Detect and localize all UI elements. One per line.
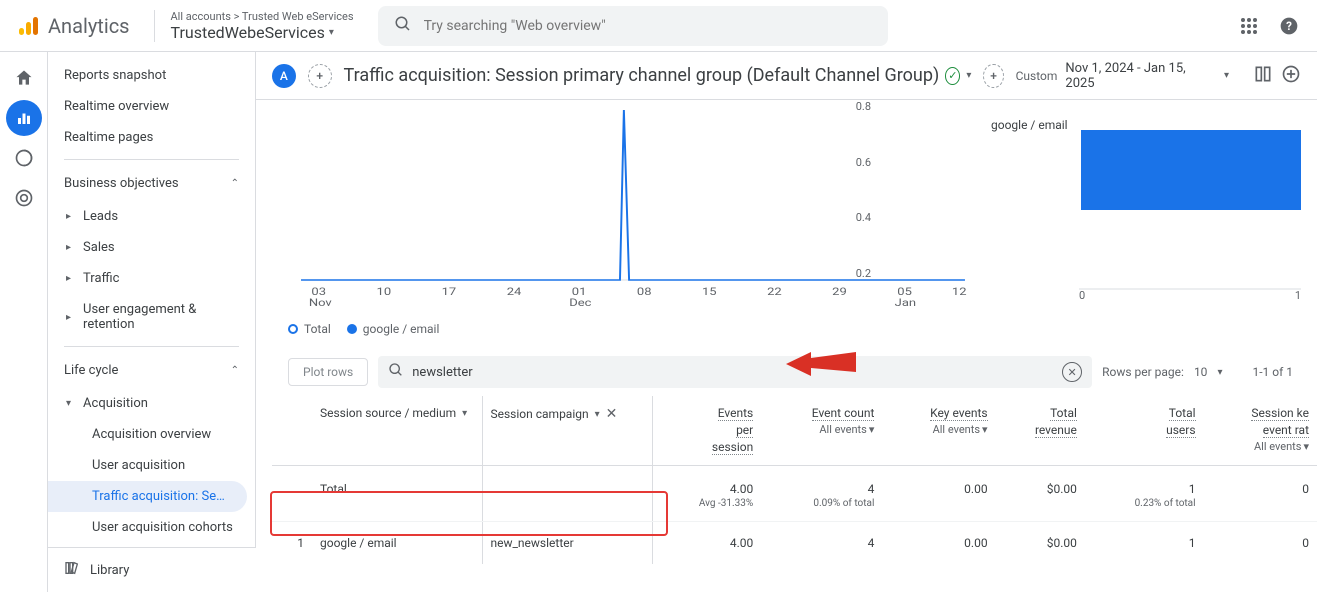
legend-google-email[interactable]: google / email [347,322,440,336]
svg-text:Jan: Jan [895,297,916,309]
reports-icon[interactable] [6,100,42,136]
col-total-users[interactable]: Totalusers [1093,406,1196,438]
sidebar-traffic-acquisition[interactable]: Traffic acquisition: Session... [48,481,247,512]
sidebar-sales[interactable]: Sales [48,232,255,263]
share-icon[interactable] [1281,64,1301,88]
rows-per-page-value[interactable]: 10 [1194,365,1208,379]
breadcrumb: All accounts > Trusted Web eServices [171,10,354,23]
help-icon[interactable]: ? [1277,14,1301,38]
chevron-down-icon: ▾ [1224,70,1229,81]
sidebar-reports-snapshot[interactable]: Reports snapshot [48,60,255,91]
ga-logo-icon [16,14,40,38]
sidebar-library[interactable]: Library [48,547,256,592]
legend-marker-icon [288,324,298,334]
main-content: A + Traffic acquisition: Session primary… [256,52,1317,592]
sidebar-leads[interactable]: Leads [48,201,255,232]
home-icon[interactable] [6,60,42,96]
dimension-2-header[interactable]: Session campaign ▾ ✕ [491,406,644,422]
svg-text:10: 10 [377,286,392,298]
svg-text:24: 24 [507,286,522,298]
verified-icon[interactable]: ✓ [945,67,960,85]
divider [64,159,239,160]
plot-rows-button[interactable]: Plot rows [288,358,368,386]
date-range-picker[interactable]: Custom Nov 1, 2024 - Jan 15, 2025 ▾ [1016,61,1229,91]
compare-icon[interactable] [1253,64,1273,88]
sidebar-traffic[interactable]: Traffic [48,263,255,294]
divider [64,346,239,347]
sidebar: Reports snapshot Realtime overview Realt… [48,52,256,592]
svg-text:12: 12 [952,286,967,298]
sidebar-business-objectives[interactable]: Business objectives ⌃ [48,166,255,201]
chevron-down-icon: ▾ [329,27,334,38]
svg-text:?: ? [1286,19,1292,33]
data-table: Session source / medium ▾ Session campai… [256,396,1317,564]
chevron-down-icon[interactable]: ▾ [1217,367,1222,378]
sidebar-user-acquisition[interactable]: User acquisition [48,450,255,481]
global-search[interactable] [378,6,888,46]
table-row[interactable]: 1 google / email new_newsletter 4.00 4 0… [272,522,1317,565]
sidebar-realtime-pages[interactable]: Realtime pages [48,122,255,153]
global-search-input[interactable] [424,18,872,34]
svg-text:17: 17 [442,286,457,298]
chevron-down-icon[interactable]: ▾ [966,70,971,81]
top-header: Analytics All accounts > Trusted Web eSe… [0,0,1317,52]
sidebar-acquisition[interactable]: Acquisition [48,388,255,419]
search-icon [388,362,404,382]
chevron-up-icon: ⌃ [231,178,239,189]
explore-icon[interactable] [6,140,42,176]
y-axis-labels: 0.8 0.6 0.4 0.2 [856,100,871,280]
page-indicator: 1-1 of 1 [1252,365,1293,379]
report-header: A + Traffic acquisition: Session primary… [256,52,1317,100]
library-icon [64,560,80,580]
left-rail [0,52,48,592]
segment-badge-a[interactable]: A [272,64,296,88]
sidebar-engagement-retention[interactable]: User engagement & retention [48,294,255,340]
report-title: Traffic acquisition: Session primary cha… [344,65,940,86]
col-event-count[interactable]: Event countAll events ▾ [769,406,874,436]
svg-text:Nov: Nov [309,297,332,309]
chart-area: 03 Nov 10 17 24 01 Dec 08 15 22 29 05 Ja… [256,100,1317,318]
bar-segment [1081,130,1301,210]
sidebar-realtime-overview[interactable]: Realtime overview [48,91,255,122]
col-key-events[interactable]: Key eventsAll events ▾ [890,406,987,436]
col-session-key-event-rate[interactable]: Session keevent ratAll events ▾ [1212,406,1309,453]
svg-text:15: 15 [702,286,717,298]
chart-legend: Total google / email [256,318,1317,348]
search-icon [394,15,412,37]
dimension-1-header[interactable]: Session source / medium ▾ [320,406,474,420]
sidebar-user-acquisition-cohorts[interactable]: User acquisition cohorts [48,512,255,543]
add-segment-button[interactable]: + [308,64,332,88]
rows-per-page-label: Rows per page: [1102,365,1184,379]
legend-marker-icon [347,324,357,334]
chevron-down-icon: ▾ [462,408,467,419]
legend-total[interactable]: Total [288,322,331,336]
bar-label: google / email [991,118,1068,132]
apps-icon[interactable] [1237,14,1261,38]
logo-section: Analytics [16,14,130,38]
remove-dimension-icon[interactable]: ✕ [606,406,618,422]
sidebar-life-cycle[interactable]: Life cycle ⌃ [48,353,255,388]
account-name: TrustedWebeServices [171,23,325,42]
sidebar-acquisition-overview[interactable]: Acquisition overview [48,419,255,450]
line-chart[interactable]: 03 Nov 10 17 24 01 Dec 08 15 22 29 05 Ja… [288,100,991,310]
svg-text:22: 22 [767,286,782,298]
logo-text: Analytics [48,14,130,38]
col-total-revenue[interactable]: Totalrevenue [1004,406,1077,438]
account-selector[interactable]: All accounts > Trusted Web eServices Tru… [154,10,354,42]
chevron-down-icon: ▾ [595,409,600,420]
bar-chart[interactable]: google / email 0 1 [991,100,1301,310]
svg-text:Dec: Dec [569,297,591,309]
svg-text:29: 29 [832,286,847,298]
svg-text:08: 08 [637,286,652,298]
table-search-input[interactable] [412,365,1054,380]
col-events-per-session[interactable]: Eventspersession [661,406,754,455]
chevron-up-icon: ⌃ [231,365,239,376]
advertising-icon[interactable] [6,180,42,216]
table-total-row: Total 4.00Avg -31.33% 40.09% of total 0.… [272,466,1317,522]
table-controls: Plot rows ✕ Rows per page: 10 ▾ 1-1 of 1 [256,348,1317,396]
add-comparison-button[interactable]: + [983,64,1003,88]
table-search[interactable]: ✕ [378,356,1092,388]
clear-search-icon[interactable]: ✕ [1062,362,1082,382]
